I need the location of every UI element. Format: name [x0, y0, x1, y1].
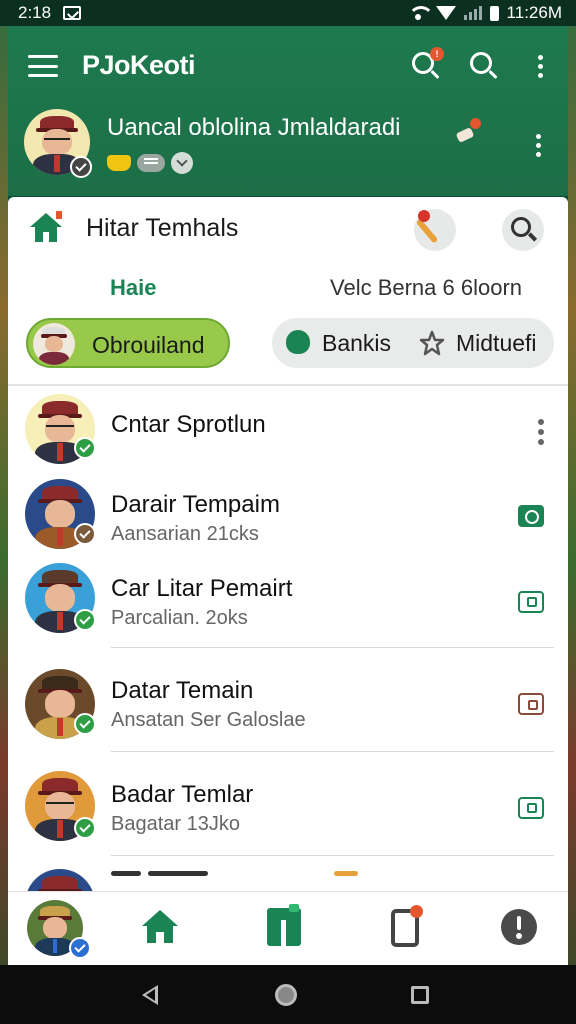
profile-menu-button[interactable] — [530, 132, 546, 158]
online-check-icon — [74, 609, 96, 631]
menu-icon[interactable] — [28, 55, 58, 77]
app-title: PJoKeoti — [82, 50, 196, 80]
peek-text — [148, 871, 208, 876]
camera-icon[interactable] — [518, 505, 544, 527]
search-icon — [470, 52, 492, 74]
segment-bankis[interactable]: Bankis — [272, 318, 412, 368]
battery-icon — [489, 5, 499, 21]
signal-icon — [435, 6, 456, 20]
profile-row[interactable]: Uancal oblolina Jmlaldaradi — [8, 106, 568, 196]
nav-files[interactable] — [249, 892, 319, 966]
wifi-icon — [407, 6, 434, 20]
cell-bars-icon — [463, 6, 482, 20]
card-header: Hitar Temhals — [8, 197, 568, 259]
message-icon[interactable] — [518, 797, 544, 819]
contact-subtitle: Aansarian 21cks — [111, 523, 259, 545]
home-button-icon[interactable] — [275, 984, 297, 1006]
recents-icon[interactable] — [411, 986, 429, 1004]
list-item[interactable]: Cntar Sprotlun — [8, 387, 568, 477]
magic-wand-icon — [415, 218, 439, 244]
row-separator — [111, 647, 554, 648]
status-time: 2:18 — [18, 3, 52, 22]
tab-home[interactable]: Haie — [110, 275, 156, 301]
crown-icon — [107, 155, 131, 171]
search-button[interactable] — [468, 50, 500, 82]
system-navigation — [0, 965, 576, 1024]
device-badge — [410, 905, 423, 918]
wand-tip — [418, 210, 430, 222]
pin-icon — [455, 127, 475, 143]
magic-wand-button[interactable] — [414, 209, 456, 251]
profile-name: Uancal oblolina Jmlaldaradi — [107, 114, 401, 141]
divider — [8, 384, 568, 386]
filter-row: Obrouiland Bankis Midtuefi — [8, 315, 568, 373]
bank-icon — [286, 330, 310, 354]
list-item[interactable]: Badar Temlar Bagatar 13Jko — [8, 767, 568, 857]
background-edge-left — [0, 0, 8, 1024]
list-item[interactable]: Car Litar Pemairt Parcalian. 2oks — [8, 559, 568, 649]
home-icon — [30, 211, 62, 243]
contact-name: Car Litar Pemairt — [111, 575, 293, 602]
row-separator — [111, 855, 554, 856]
bottom-navigation — [8, 891, 568, 965]
contact-name: Cntar Sprotlun — [111, 411, 266, 438]
tab-secondary[interactable]: Velc Berna 6 6loorn — [330, 275, 522, 301]
filter-pill-label: Obrouiland — [92, 332, 205, 358]
row-separator — [111, 751, 554, 752]
profile-chips — [107, 152, 193, 174]
filter-avatar — [33, 323, 75, 365]
segment-label: Bankis — [322, 330, 392, 356]
message-icon[interactable] — [518, 591, 544, 613]
status-clock: 11:26M — [506, 3, 562, 22]
profile-status-icon — [70, 156, 92, 178]
list-item[interactable]: Datar Temain Ansatan Ser Galoslae — [8, 663, 568, 753]
pin-button[interactable] — [455, 118, 481, 144]
verified-icon — [69, 937, 91, 959]
content-card: Hitar Temhals Haie Velc Berna 6 6loorn O… — [8, 197, 568, 897]
peek-text — [111, 871, 141, 876]
segment-label: Midtuefi — [456, 330, 537, 356]
app-bar: PJoKeoti ! Uancal oblolina Jmlaldaradi — [8, 26, 568, 196]
contact-subtitle: Parcalian. 2oks — [111, 607, 248, 629]
home-icon — [142, 910, 178, 926]
star-icon — [419, 330, 445, 356]
background-edge-right — [568, 0, 576, 1024]
search-notification-button[interactable]: ! — [410, 47, 444, 82]
contact-name: Badar Temlar — [111, 781, 254, 808]
peek-badge — [334, 871, 358, 876]
nav-profile[interactable] — [21, 892, 91, 966]
search-chat-button[interactable] — [502, 209, 544, 251]
back-icon[interactable] — [142, 985, 158, 1005]
nav-device[interactable] — [370, 892, 440, 966]
filter-pill-active[interactable]: Obrouiland — [26, 318, 230, 368]
card-title: Hitar Temhals — [86, 214, 239, 242]
overflow-menu-button[interactable] — [524, 50, 556, 82]
video-icon[interactable] — [518, 693, 544, 715]
notification-icon — [63, 6, 82, 20]
contact-subtitle: Bagatar 13Jko — [111, 813, 240, 835]
online-check-icon — [74, 817, 96, 839]
contact-name: Darair Tempaim — [111, 491, 280, 518]
status-bar: 2:18 11:26M — [0, 0, 576, 26]
online-check-icon — [74, 713, 96, 735]
pin-badge — [470, 118, 481, 129]
list-item[interactable]: Darair Tempaim Aansarian 21cks — [8, 473, 568, 563]
search-chat-icon — [511, 217, 531, 237]
menu-pill-icon — [137, 154, 165, 172]
tabs: Haie Velc Berna 6 6loorn — [8, 267, 568, 307]
row-menu-button[interactable] — [538, 419, 544, 445]
chevron-down-icon[interactable] — [171, 152, 193, 174]
online-check-icon — [74, 437, 96, 459]
segment-midtuefi[interactable]: Midtuefi — [412, 318, 554, 368]
filter-segments: Bankis Midtuefi — [272, 318, 554, 368]
notification-badge: ! — [430, 47, 444, 61]
status-check-icon — [74, 523, 96, 545]
contact-subtitle: Ansatan Ser Galoslae — [111, 709, 306, 731]
nav-home[interactable] — [125, 892, 195, 966]
nav-alerts[interactable] — [484, 892, 554, 966]
contact-name: Datar Temain — [111, 677, 254, 704]
